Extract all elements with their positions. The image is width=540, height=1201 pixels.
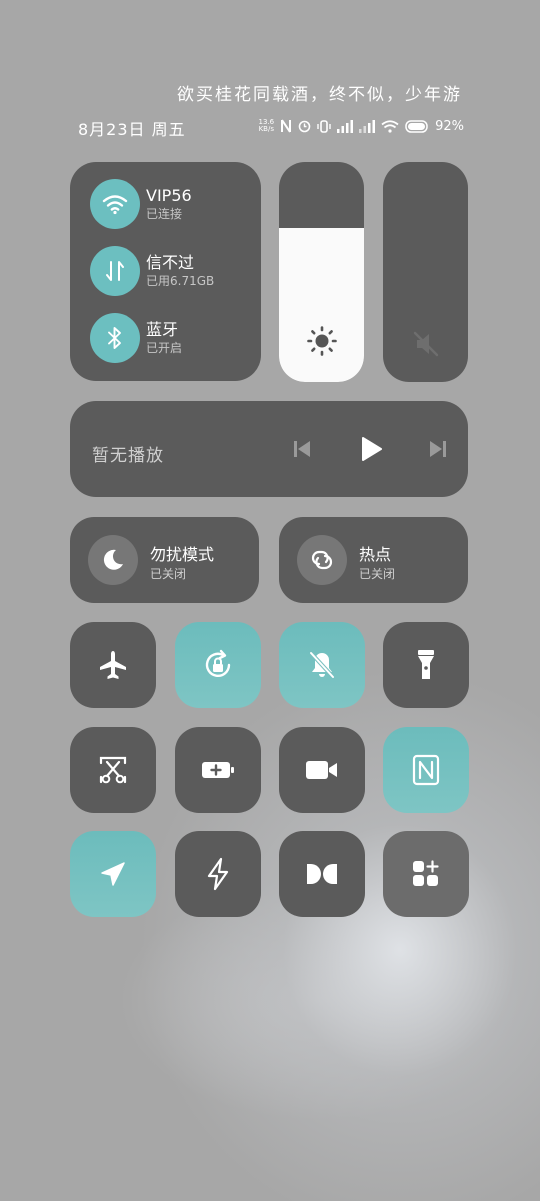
- battery-percent: 92%: [435, 118, 464, 134]
- media-player-card: 暂无播放: [70, 401, 468, 497]
- bell-off-icon: [309, 651, 335, 679]
- screen-record-toggle[interactable]: [279, 727, 365, 813]
- dolby-icon: [307, 864, 337, 884]
- battery-icon: [405, 119, 428, 133]
- silent-mode-toggle[interactable]: [279, 622, 365, 708]
- battery-plus-icon: [202, 762, 234, 778]
- edit-controls-button[interactable]: [383, 831, 469, 917]
- rotation-lock-icon: [205, 649, 231, 677]
- brightness-slider[interactable]: [279, 162, 364, 382]
- wifi-status-icon: [381, 119, 399, 133]
- play-icon[interactable]: [358, 435, 384, 463]
- dnd-label: 勿扰模式: [150, 545, 215, 564]
- alarm-icon: [298, 120, 311, 132]
- volume-slider[interactable]: [383, 162, 468, 382]
- flashlight-toggle[interactable]: [383, 622, 469, 708]
- signal-icon-1: [337, 119, 354, 133]
- rotation-lock-toggle[interactable]: [175, 622, 261, 708]
- bluetooth-toggle[interactable]: 蓝牙 已开启: [90, 313, 182, 363]
- link-icon: [297, 535, 347, 585]
- scissors-icon: [99, 756, 127, 784]
- battery-saver-toggle[interactable]: [175, 727, 261, 813]
- status-bar: 13.6 KB/s 92%: [259, 116, 465, 136]
- bluetooth-status: 已开启: [146, 341, 183, 355]
- lightning-icon: [207, 857, 229, 891]
- vibrate-icon: [317, 119, 331, 133]
- add-tiles-icon: [413, 860, 439, 886]
- carrier-name: 信不过: [146, 253, 195, 272]
- wifi-toggle[interactable]: VIP56 已连接: [90, 179, 192, 229]
- media-status: 暂无播放: [92, 446, 164, 466]
- dnd-toggle[interactable]: 勿扰模式 已关闭: [70, 517, 259, 603]
- airplane-mode-toggle[interactable]: [70, 622, 156, 708]
- mobile-data-icon: [90, 246, 140, 296]
- flashlight-icon: [418, 650, 434, 679]
- nfc-status-icon: [281, 119, 292, 133]
- date-label: 8月23日 周五: [78, 120, 186, 139]
- hotspot-label: 热点: [359, 545, 392, 564]
- connectivity-card: VIP56 已连接 信不过 已用6.71GB 蓝牙 已开启: [70, 162, 261, 381]
- location-arrow-icon: [101, 862, 125, 886]
- dolby-toggle[interactable]: [279, 831, 365, 917]
- hotspot-toggle[interactable]: 热点 已关闭: [279, 517, 468, 603]
- hotspot-status: 已关闭: [359, 567, 396, 581]
- wifi-name: VIP56: [146, 186, 192, 205]
- screenshot-toggle[interactable]: [70, 727, 156, 813]
- nfc-icon: [412, 754, 440, 786]
- sun-icon: [307, 326, 337, 356]
- wifi-status: 已连接: [146, 207, 183, 221]
- next-track-icon[interactable]: [426, 437, 448, 461]
- location-toggle[interactable]: [70, 831, 156, 917]
- video-camera-icon: [306, 761, 337, 779]
- header-quote: 欲买桂花同载酒，终不似，少年游: [177, 85, 462, 105]
- network-speed: 13.6 KB/s: [259, 119, 275, 133]
- data-usage: 已用6.71GB: [146, 274, 215, 288]
- brightness-level: [279, 228, 364, 382]
- previous-track-icon[interactable]: [292, 437, 314, 461]
- power-mode-toggle[interactable]: [175, 831, 261, 917]
- bluetooth-icon: [90, 313, 140, 363]
- airplane-icon: [100, 651, 126, 679]
- bluetooth-label: 蓝牙: [146, 320, 179, 339]
- mute-icon: [413, 331, 439, 357]
- network-speed-unit: KB/s: [258, 125, 274, 133]
- moon-icon: [88, 535, 138, 585]
- mobile-data-toggle[interactable]: 信不过 已用6.71GB: [90, 246, 214, 296]
- dnd-status: 已关闭: [150, 567, 187, 581]
- signal-icon-2: [359, 119, 376, 133]
- nfc-toggle[interactable]: [383, 727, 469, 813]
- wifi-icon: [90, 179, 140, 229]
